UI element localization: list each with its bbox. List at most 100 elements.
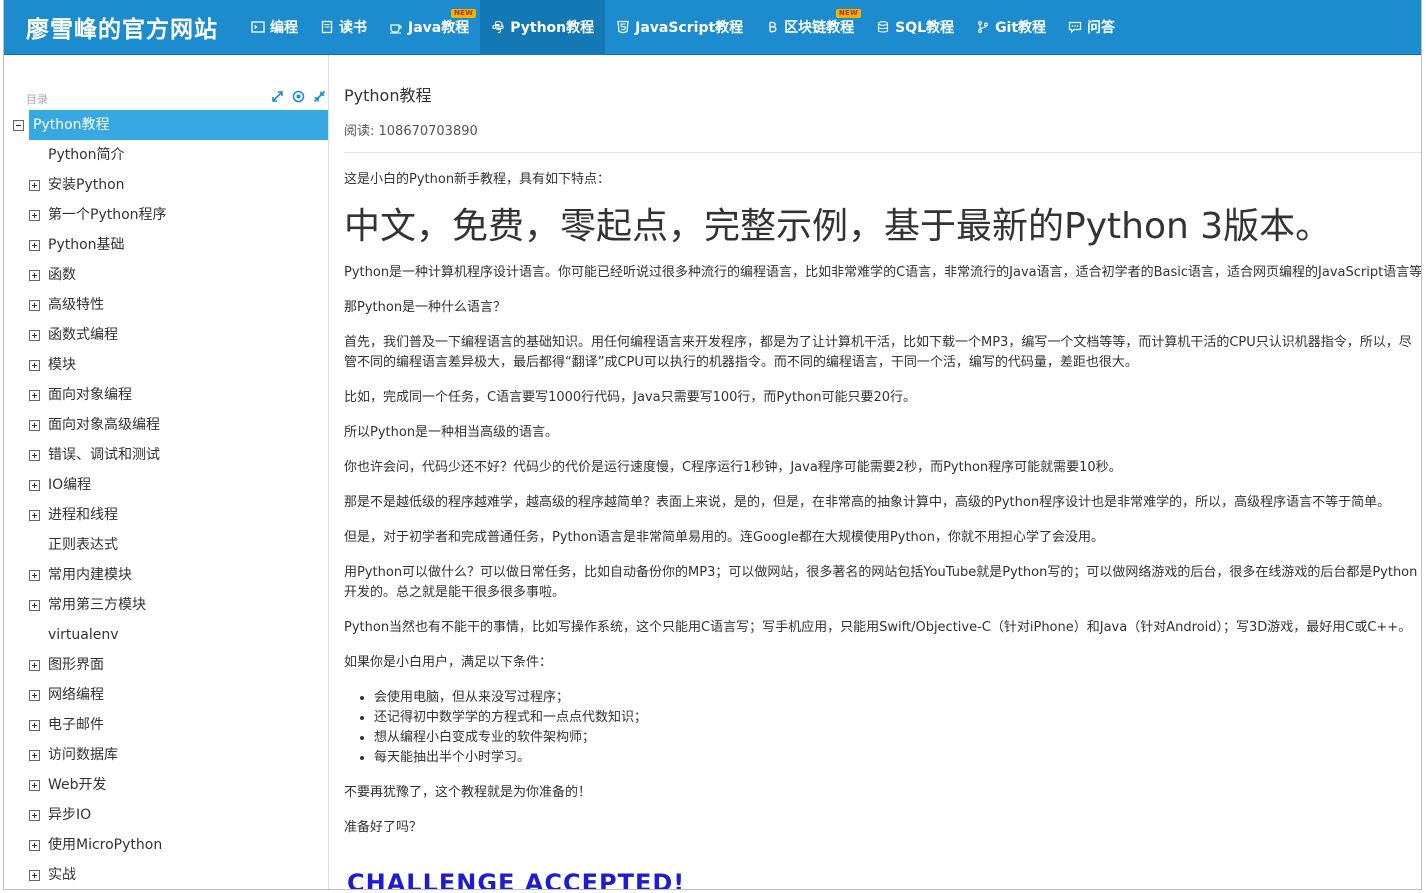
expand-toggle-icon[interactable] — [29, 270, 40, 281]
article-body: 这是小白的Python新手教程，具有如下特点： 中文，免费，零起点，完整示例，基… — [344, 170, 1422, 853]
site-brand[interactable]: 廖雪峰的官方网站 — [4, 10, 240, 44]
expand-toggle-icon[interactable] — [29, 330, 40, 341]
toc-item[interactable]: 面向对象编程 — [4, 380, 328, 410]
toc-item-label: 图形界面 — [48, 657, 104, 673]
toc-item[interactable]: 异步IO — [4, 800, 328, 830]
nav-item-javascript[interactable]: JavaScript教程 — [605, 0, 754, 55]
toc-item-label: Python简介 — [48, 147, 125, 163]
toc-item[interactable]: 常用内建模块 — [4, 560, 328, 590]
nav-menu: 编程 读书 Java教程 NEW Python教程 JavaScript教程 区… — [240, 0, 1126, 55]
toc-item[interactable]: 图形界面 — [4, 650, 328, 680]
toc-item[interactable]: 进程和线程 — [4, 500, 328, 530]
expand-toggle-icon[interactable] — [29, 180, 40, 191]
toc-item[interactable]: 面向对象高级编程 — [4, 410, 328, 440]
nav-item-java[interactable]: Java教程 NEW — [378, 0, 480, 55]
toc-item-label: 面向对象编程 — [48, 387, 132, 403]
toc-header: 目录 — [26, 88, 326, 106]
toc-item-label: 高级特性 — [48, 297, 104, 313]
top-navbar: 廖雪峰的官方网站 编程 读书 Java教程 NEW Python教程 JavaS… — [4, 0, 1421, 55]
toc-item-label: Python基础 — [48, 237, 125, 253]
toc-item-label: Web开发 — [48, 777, 107, 793]
sidebar-toc: 目录 Python教程 Python简介安装Python 第一个Python程序 P… — [4, 55, 329, 889]
expand-toggle-icon[interactable] — [29, 420, 40, 431]
expand-toggle-icon[interactable] — [29, 450, 40, 461]
toc-item[interactable]: virtualenv — [4, 620, 328, 650]
new-badge: NEW — [450, 8, 477, 18]
toc-item-label: 错误、调试和测试 — [48, 447, 160, 463]
expand-toggle-icon[interactable] — [29, 300, 40, 311]
nav-item-label: 区块链教程 — [784, 20, 855, 36]
nav-item-label: 编程 — [270, 20, 298, 36]
nav-item-programming[interactable]: 编程 — [240, 0, 309, 55]
expand-toggle-icon[interactable] — [29, 840, 40, 851]
toc-item[interactable]: 使用MicroPython — [4, 830, 328, 860]
toc-item[interactable]: Python简介 — [4, 140, 328, 170]
expand-toggle-icon[interactable] — [29, 690, 40, 701]
nav-item-label: Git教程 — [995, 20, 1047, 36]
toc-item[interactable]: 第一个Python程序 — [4, 200, 328, 230]
article-paragraph: 首先，我们普及一下编程语言的基础知识。用任何编程语言来开发程序，都是为了让计算机… — [344, 335, 1412, 370]
toc-item-label: 面向对象高级编程 — [48, 417, 160, 433]
expand-all-icon[interactable] — [271, 88, 284, 102]
collapse-all-icon[interactable] — [313, 88, 326, 103]
expand-toggle-icon[interactable] — [29, 210, 40, 221]
toc-item[interactable]: IO编程 — [4, 470, 328, 500]
toc-item-label: 访问数据库 — [48, 747, 118, 763]
locate-icon[interactable] — [292, 88, 305, 103]
expand-toggle-icon[interactable] — [29, 600, 40, 611]
article-paragraph: 那是不是越低级的程序越难学，越高级的程序越简单？表面上来说，是的，但是，在非常高… — [344, 495, 1391, 510]
article-paragraph: Python是一种计算机程序设计语言。你可能已经听说过很多种流行的编程语言，比如… — [344, 265, 1422, 280]
toc-item[interactable]: 访问数据库 — [4, 740, 328, 770]
read-count-value: 108670703890 — [378, 124, 478, 139]
expand-toggle-icon[interactable] — [29, 480, 40, 491]
toc-item[interactable]: 电子邮件 — [4, 710, 328, 740]
expand-toggle-icon[interactable] — [29, 720, 40, 731]
toc-item[interactable]: 常用第三方模块 — [4, 590, 328, 620]
nav-item-qa[interactable]: 问答 — [1057, 0, 1126, 55]
expand-toggle-icon[interactable] — [29, 360, 40, 371]
expand-toggle-icon[interactable] — [29, 390, 40, 401]
collapse-toggle-icon[interactable] — [13, 120, 24, 131]
expand-toggle-icon[interactable] — [29, 660, 40, 671]
expand-toggle-icon[interactable] — [29, 750, 40, 761]
expand-toggle-icon[interactable] — [29, 810, 40, 821]
article-paragraph: 如果你是小白用户，满足以下条件： — [344, 655, 553, 670]
toc-item[interactable]: 正则表达式 — [4, 530, 328, 560]
expand-toggle-icon[interactable] — [29, 570, 40, 581]
nav-item-label: 问答 — [1087, 20, 1116, 36]
toc-root-python[interactable]: Python教程 — [13, 110, 328, 140]
toc-item[interactable]: Python基础 — [4, 230, 328, 260]
toc-item[interactable]: 高级特性 — [4, 290, 328, 320]
python-icon — [491, 20, 505, 34]
nav-item-git[interactable]: Git教程 — [965, 0, 1057, 55]
nav-item-books[interactable]: 读书 — [309, 0, 378, 55]
toc-tools — [271, 88, 326, 103]
toc-item[interactable]: 模块 — [4, 350, 328, 380]
expand-toggle-icon[interactable] — [29, 510, 40, 521]
toc-item[interactable]: 错误、调试和测试 — [4, 440, 328, 470]
toc-item[interactable]: 网络编程 — [4, 680, 328, 710]
nav-item-label: Python教程 — [510, 20, 595, 36]
toc-item-label: 常用第三方模块 — [48, 597, 146, 613]
toc-item-label: 使用MicroPython — [48, 837, 163, 853]
toc-item-label: 第一个Python程序 — [48, 207, 167, 223]
toc-item[interactable]: Web开发 — [4, 770, 328, 800]
toc-item-label: 进程和线程 — [48, 507, 118, 523]
toc-item[interactable]: 函数式编程 — [4, 320, 328, 350]
toc-item-label: 函数式编程 — [48, 327, 118, 343]
expand-toggle-icon[interactable] — [29, 870, 40, 881]
nav-item-blockchain[interactable]: 区块链教程 NEW — [754, 0, 865, 55]
expand-toggle-icon[interactable] — [29, 240, 40, 251]
main-content: Python教程 阅读: 108670703890 这是小白的Python新手教… — [344, 55, 1422, 890]
nav-item-python[interactable]: Python教程 — [480, 0, 606, 55]
challenge-accepted-image: CHALLENGE ACCEPTED! — [347, 869, 686, 890]
toc-item[interactable]: 实战 — [4, 860, 328, 889]
toc-item[interactable]: 安装Python — [4, 170, 328, 200]
nav-item-sql[interactable]: SQL教程 — [865, 0, 965, 55]
article-paragraph: 准备好了吗？ — [344, 820, 423, 835]
toc-item[interactable]: 函数 — [4, 260, 328, 290]
git-branch-icon — [976, 20, 990, 34]
article-paragraph: 你也许会问，代码少还不好？代码少的代价是运行速度慢，C程序运行1秒钟，Java程… — [344, 460, 1122, 475]
article-intro: 这是小白的Python新手教程，具有如下特点： — [344, 172, 611, 187]
expand-toggle-icon[interactable] — [29, 780, 40, 791]
